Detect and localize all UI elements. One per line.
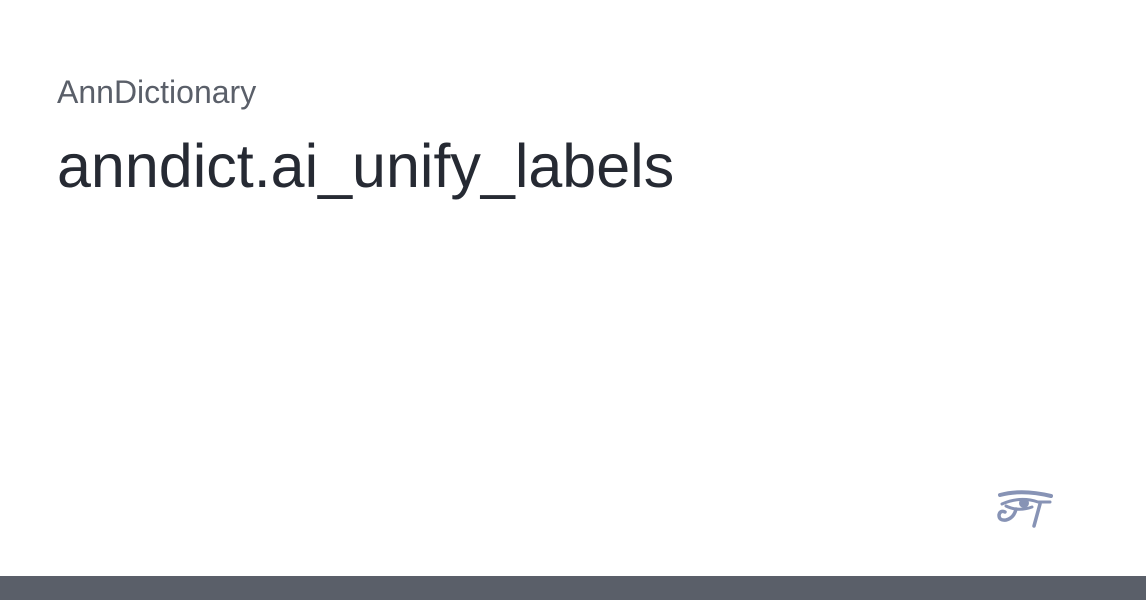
eye-of-horus-icon	[996, 488, 1054, 532]
footer-bar	[0, 576, 1146, 600]
page-title: anndict.ai_unify_labels	[57, 132, 675, 200]
social-card: AnnDictionary anndict.ai_unify_labels	[0, 0, 1146, 600]
site-name: AnnDictionary	[57, 74, 257, 110]
